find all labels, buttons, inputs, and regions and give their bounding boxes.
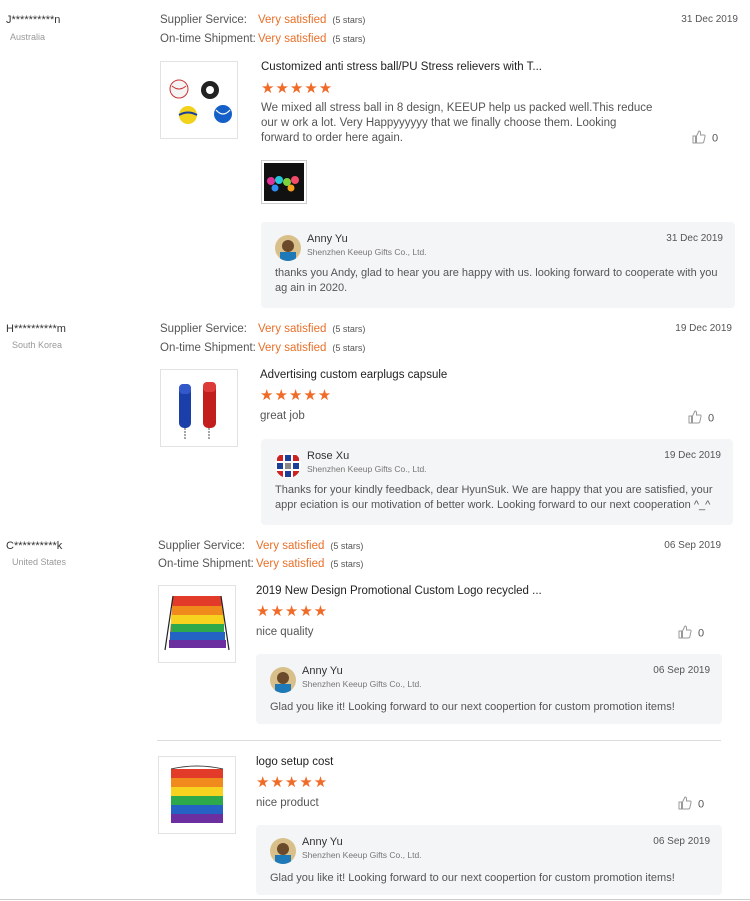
rating-label: On-time Shipment:	[160, 33, 256, 45]
rating-label: Supplier Service:	[160, 323, 247, 335]
reply-date: 06 Sep 2019	[653, 665, 710, 676]
seller-reply: Rose Xu Shenzhen Keeup Gifts Co., Ltd. 1…	[261, 439, 733, 525]
review-text: nice quality	[256, 626, 314, 638]
review-date: 31 Dec 2019	[681, 14, 738, 25]
reply-company: Shenzhen Keeup Gifts Co., Ltd.	[302, 850, 422, 860]
seller-reply: Anny Yu Shenzhen Keeup Gifts Co., Ltd. 0…	[256, 825, 722, 895]
like-button[interactable]: 0	[678, 796, 704, 813]
product-image[interactable]	[160, 369, 238, 447]
product-title[interactable]: Customized anti stress ball/PU Stress re…	[261, 61, 542, 73]
rating-stars-text: (5 stars)	[330, 559, 364, 569]
reply-text: Glad you like it! Looking forward to our…	[270, 872, 675, 884]
thumbs-up-icon	[688, 410, 702, 427]
buyer-country: Australia	[10, 32, 46, 42]
avatar	[275, 452, 301, 478]
avatar	[275, 235, 301, 261]
avatar	[270, 838, 296, 864]
rating-value: Very satisfied	[258, 14, 327, 26]
rating-label: On-time Shipment:	[160, 342, 256, 354]
rating-label: Supplier Service:	[160, 14, 247, 26]
thumbs-up-icon	[678, 796, 692, 813]
like-count: 0	[712, 132, 719, 145]
reply-date: 19 Dec 2019	[664, 450, 721, 461]
reply-company: Shenzhen Keeup Gifts Co., Ltd.	[307, 247, 427, 257]
like-count: 0	[698, 627, 705, 640]
rating-label: On-time Shipment:	[158, 558, 254, 570]
rating-stars-text: (5 stars)	[332, 15, 366, 25]
item-divider	[157, 740, 721, 741]
product-title[interactable]: 2019 New Design Promotional Custom Logo …	[256, 585, 542, 597]
buyer-country: South Korea	[12, 340, 63, 350]
like-count: 0	[698, 798, 705, 811]
product-rating-stars: ★★★★★	[260, 387, 333, 404]
rating-value: Very satisfied	[256, 540, 325, 552]
seller-reply: Anny Yu Shenzhen Keeup Gifts Co., Ltd. 3…	[261, 222, 735, 308]
review-text: We mixed all stress ball in 8 design, KE…	[261, 102, 653, 144]
product-image[interactable]	[160, 61, 238, 139]
page-bottom-divider	[0, 899, 750, 900]
reply-author: Anny Yu	[302, 665, 343, 677]
rating-stars-text: (5 stars)	[332, 34, 366, 44]
supplier-service-rating: Supplier Service: Very satisfied (5 stars)	[160, 323, 365, 335]
reply-text: Thanks for your kindly feedback, dear Hy…	[275, 484, 713, 511]
seller-reply: Anny Yu Shenzhen Keeup Gifts Co., Ltd. 0…	[256, 654, 722, 724]
review-date: 06 Sep 2019	[664, 540, 721, 551]
shipment-rating: On-time Shipment: Very satisfied (5 stars)	[158, 558, 363, 570]
rating-value: Very satisfied	[256, 558, 325, 570]
supplier-service-rating: Supplier Service: Very satisfied (5 stars)	[158, 540, 363, 552]
review-date: 19 Dec 2019	[675, 323, 732, 334]
thumbs-up-icon	[692, 130, 706, 147]
product-image[interactable]	[158, 585, 236, 663]
rating-stars-text: (5 stars)	[332, 324, 366, 334]
buyer-name: H**********m	[6, 323, 66, 335]
rating-stars-text: (5 stars)	[332, 343, 366, 353]
reply-author: Anny Yu	[302, 836, 343, 848]
rating-stars-text: (5 stars)	[330, 541, 364, 551]
buyer-name: C**********k	[6, 540, 63, 552]
avatar	[270, 667, 296, 693]
rating-value: Very satisfied	[258, 323, 327, 335]
reply-date: 06 Sep 2019	[653, 836, 710, 847]
reply-company: Shenzhen Keeup Gifts Co., Ltd.	[307, 464, 427, 474]
reply-company: Shenzhen Keeup Gifts Co., Ltd.	[302, 679, 422, 689]
rating-value: Very satisfied	[258, 342, 327, 354]
reply-author: Anny Yu	[307, 233, 348, 245]
product-image[interactable]	[158, 756, 236, 834]
like-button[interactable]: 0	[678, 625, 704, 642]
like-button[interactable]: 0	[688, 410, 714, 427]
rating-value: Very satisfied	[258, 33, 327, 45]
product-rating-stars: ★★★★★	[261, 80, 334, 97]
reply-text: Glad you like it! Looking forward to our…	[270, 701, 675, 713]
reply-date: 31 Dec 2019	[666, 233, 723, 244]
supplier-service-rating: Supplier Service: Very satisfied (5 stars)	[160, 14, 365, 26]
rating-label: Supplier Service:	[158, 540, 245, 552]
buyer-name: J**********n	[6, 14, 61, 26]
product-title[interactable]: Advertising custom earplugs capsule	[260, 369, 447, 381]
like-button[interactable]: 0	[692, 130, 718, 147]
buyer-country: United States	[12, 557, 67, 567]
thumbs-up-icon	[678, 625, 692, 642]
review-text: great job	[260, 410, 305, 422]
like-count: 0	[708, 412, 715, 425]
reply-text: thanks you Andy, glad to hear you are ha…	[275, 267, 718, 294]
review-text: nice product	[256, 797, 319, 809]
reply-author: Rose Xu	[307, 450, 350, 462]
product-rating-stars: ★★★★★	[256, 774, 329, 791]
product-rating-stars: ★★★★★	[256, 603, 329, 620]
product-title[interactable]: logo setup cost	[256, 756, 333, 768]
review-photo[interactable]	[261, 160, 307, 204]
shipment-rating: On-time Shipment: Very satisfied (5 stars)	[160, 342, 365, 354]
shipment-rating: On-time Shipment: Very satisfied (5 stars)	[160, 33, 365, 45]
